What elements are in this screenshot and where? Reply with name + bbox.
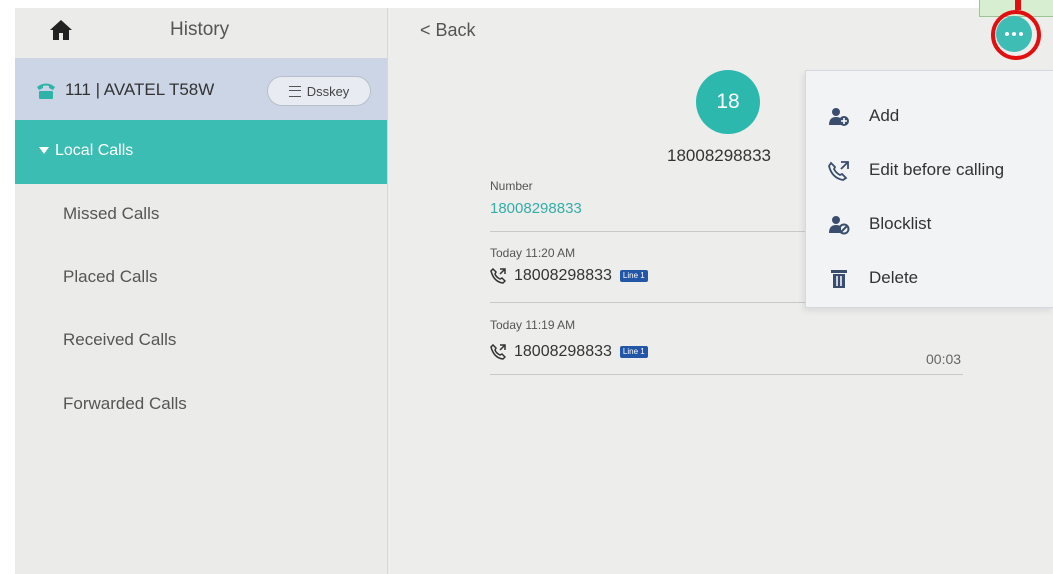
divider xyxy=(490,302,805,303)
sidebar-item-label: Received Calls xyxy=(63,330,177,349)
outgoing-call-icon xyxy=(490,344,506,360)
sidebar-item-placed-calls[interactable]: Placed Calls xyxy=(15,247,387,309)
list-icon xyxy=(288,85,301,97)
dsskey-button[interactable]: Dsskey xyxy=(267,76,371,106)
menu-item-label: Edit before calling xyxy=(869,160,1005,179)
sidebar-item-label: Missed Calls xyxy=(63,204,160,223)
highlight-ring xyxy=(991,10,1041,60)
number-field-value[interactable]: 18008298833 xyxy=(490,200,582,217)
caret-down-icon xyxy=(39,147,49,154)
account-row: 111 | AVATEL T58W Dsskey xyxy=(15,58,387,120)
sidebar-item-received-calls[interactable]: Received Calls xyxy=(15,310,387,372)
highlight-marker xyxy=(1015,0,1021,10)
page-title: History xyxy=(170,19,230,40)
menu-item-delete[interactable]: Delete xyxy=(806,253,1053,305)
menu-item-label: Delete xyxy=(869,268,919,287)
divider xyxy=(490,374,963,375)
number-field-label: Number xyxy=(490,179,533,193)
menu-item-edit-before-calling[interactable]: Edit before calling xyxy=(806,145,1053,197)
menu-item-add[interactable]: Add xyxy=(806,91,1053,143)
sidebar-item-missed-calls[interactable]: Missed Calls xyxy=(15,184,387,246)
home-icon[interactable] xyxy=(49,19,73,41)
desk-phone-icon xyxy=(37,83,55,99)
account-label: 111 | AVATEL T58W xyxy=(65,80,215,99)
line-badge: Line 1 xyxy=(619,270,648,282)
sidebar-header: History xyxy=(15,8,387,58)
outgoing-call-icon xyxy=(490,268,506,284)
call-record-1[interactable]: 18008298833 Line 1 xyxy=(490,267,648,285)
menu-item-blocklist[interactable]: Blocklist xyxy=(806,199,1053,251)
dsskey-label: Dsskey xyxy=(306,83,350,99)
more-options-menu: Add Edit before calling Blocklist Delete xyxy=(805,70,1053,308)
menu-item-label: Blocklist xyxy=(869,214,932,233)
sidebar-item-label: Forwarded Calls xyxy=(63,394,187,413)
call-record-number: 18008298833 xyxy=(514,267,612,284)
blocklist-icon xyxy=(829,216,850,235)
sidebar: History 111 | AVATEL T58W Dsskey Local C… xyxy=(15,8,388,574)
phone-screen: History 111 | AVATEL T58W Dsskey Local C… xyxy=(15,8,1053,574)
call-record-2[interactable]: 18008298833 Line 1 xyxy=(490,343,648,361)
call-record-number: 18008298833 xyxy=(514,343,612,360)
call-record-time: Today 11:19 AM xyxy=(490,318,576,332)
contact-number: 18008298833 xyxy=(667,146,772,165)
sidebar-group-local-calls[interactable]: Local Calls xyxy=(15,120,387,184)
sidebar-item-label: Placed Calls xyxy=(63,267,158,286)
call-duration: 00:03 xyxy=(926,351,962,367)
avatar: 18 xyxy=(696,70,760,134)
back-button[interactable]: < Back xyxy=(420,20,476,41)
divider xyxy=(490,231,805,232)
sidebar-group-label: Local Calls xyxy=(55,142,134,159)
line-badge: Line 1 xyxy=(619,346,648,358)
sidebar-item-forwarded-calls[interactable]: Forwarded Calls xyxy=(15,374,387,436)
add-contact-icon xyxy=(829,108,849,126)
trash-icon xyxy=(831,270,847,288)
edit-call-icon xyxy=(828,161,849,181)
menu-item-label: Add xyxy=(869,106,900,125)
call-record-time: Today 11:20 AM xyxy=(490,246,576,260)
